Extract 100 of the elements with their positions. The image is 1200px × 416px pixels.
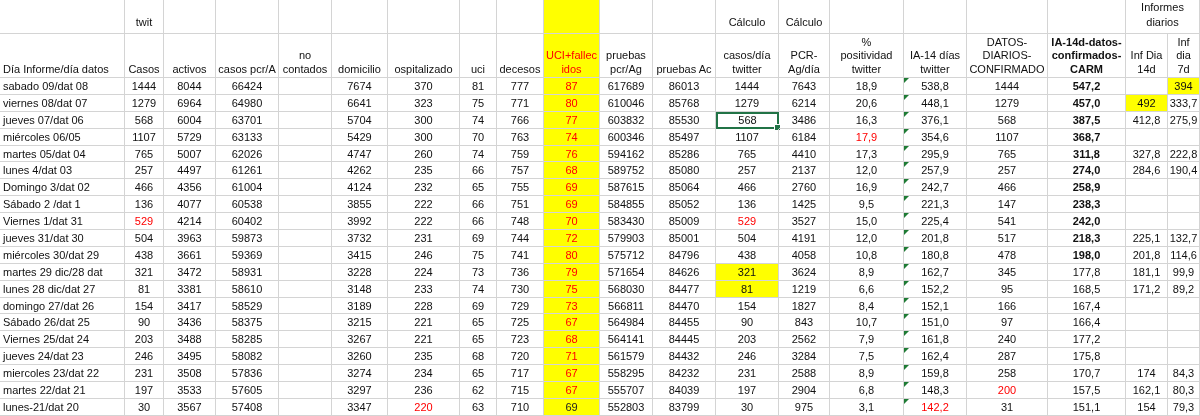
table-cell: 190,4 xyxy=(1168,162,1200,180)
table-cell: 246 xyxy=(388,246,460,264)
table-cell: 85064 xyxy=(653,179,716,197)
corner-triangle-icon xyxy=(904,246,909,252)
table-cell: 284,6 xyxy=(1126,162,1168,180)
table-cell: 85001 xyxy=(653,230,716,247)
table-cell: 2562 xyxy=(779,331,830,349)
table-cell: 159,8 xyxy=(904,365,967,383)
table-cell: 162,7 xyxy=(904,263,967,281)
table-cell: 568030 xyxy=(600,280,653,298)
table-cell: 3189 xyxy=(332,297,388,315)
empty-cell xyxy=(279,297,332,315)
table-cell: 235 xyxy=(388,348,460,366)
table-cell: 258,9 xyxy=(1048,179,1126,197)
table-cell: 85080 xyxy=(653,162,716,180)
table-cell: sabado 09/dat 08 xyxy=(0,78,125,95)
empty-cell xyxy=(279,263,332,281)
table-cell: 68 xyxy=(544,162,600,180)
column-header: IA-14 días twitter xyxy=(909,49,961,76)
table-cell: lunes-21/dat 20 xyxy=(0,398,125,416)
corner-triangle-icon xyxy=(904,145,909,151)
empty-cell xyxy=(1126,213,1168,230)
table-cell: 20,6 xyxy=(830,94,904,112)
table-cell: 295,9 xyxy=(904,145,967,163)
table-cell: 3527 xyxy=(779,213,830,230)
table-cell: domingo 27/dat 26 xyxy=(0,297,125,315)
table-cell: 246 xyxy=(716,348,779,366)
table-cell[interactable]: 568 xyxy=(716,111,779,129)
table-cell: 4058 xyxy=(779,246,830,264)
table-cell: 136 xyxy=(125,196,164,214)
table-cell: 90 xyxy=(125,314,164,332)
table-cell: 99,9 xyxy=(1168,263,1200,281)
column-header: Inf Dia 14d xyxy=(1130,49,1163,76)
table-cell: 1279 xyxy=(125,94,164,112)
table-cell: 1279 xyxy=(967,94,1048,112)
table-cell: 466 xyxy=(125,179,164,197)
table-cell: 3347 xyxy=(332,398,388,416)
table-cell: 157,5 xyxy=(1048,382,1126,399)
empty-cell xyxy=(279,196,332,214)
table-cell: 85530 xyxy=(653,111,716,129)
empty-cell xyxy=(279,246,332,264)
empty-cell xyxy=(279,111,332,129)
table-cell: 87 xyxy=(544,78,600,95)
table-cell: 529 xyxy=(716,213,779,230)
table-cell: 62 xyxy=(460,382,497,399)
table-cell: 3,1 xyxy=(830,398,904,416)
empty-cell xyxy=(279,94,332,112)
table-cell: 72 xyxy=(544,230,600,247)
table-cell: 555707 xyxy=(600,382,653,399)
table-cell: 2904 xyxy=(779,382,830,399)
table-cell: 1444 xyxy=(125,78,164,95)
table-cell: 333,7 xyxy=(1168,94,1200,112)
table-cell: 168,5 xyxy=(1048,280,1126,298)
table-cell: 2760 xyxy=(779,179,830,197)
table-cell: 4747 xyxy=(332,145,388,163)
table-cell: 201,8 xyxy=(1126,246,1168,264)
table-cell: 10,7 xyxy=(830,314,904,332)
empty-cell xyxy=(1126,179,1168,197)
table-cell: 275,9 xyxy=(1168,111,1200,129)
table-cell: 843 xyxy=(779,314,830,332)
table-cell: 394 xyxy=(1168,78,1200,95)
table-cell: 258 xyxy=(967,365,1048,383)
table-cell: jueves 24/dat 23 xyxy=(0,348,125,366)
table-cell: 69 xyxy=(460,297,497,315)
table-cell: 225,4 xyxy=(904,213,967,230)
table-cell: 6,6 xyxy=(830,280,904,298)
empty-cell xyxy=(279,331,332,349)
table-cell: 154 xyxy=(716,297,779,315)
table-cell: 31 xyxy=(967,398,1048,416)
table-cell: 84432 xyxy=(653,348,716,366)
table-cell: 6214 xyxy=(779,94,830,112)
table-cell: 60538 xyxy=(216,196,279,214)
table-cell: 975 xyxy=(779,398,830,416)
table-cell: 3567 xyxy=(164,398,216,416)
table-cell: 68 xyxy=(544,331,600,349)
table-cell: 3215 xyxy=(332,314,388,332)
table-cell: 69 xyxy=(544,196,600,214)
table-cell: 171,2 xyxy=(1126,280,1168,298)
table-cell: 222 xyxy=(388,196,460,214)
column-group-header: Cálculo xyxy=(716,0,779,33)
table-cell: 564141 xyxy=(600,331,653,349)
table-cell: 152,1 xyxy=(904,297,967,315)
table-cell: 547,2 xyxy=(1048,78,1126,95)
corner-triangle-icon xyxy=(904,314,909,320)
column-header: Inf dia 7d xyxy=(1176,35,1191,76)
empty-cell xyxy=(1168,213,1200,230)
table-cell: 8,9 xyxy=(830,263,904,281)
table-cell: 610046 xyxy=(600,94,653,112)
table-cell: 231 xyxy=(125,365,164,383)
table-cell: 564984 xyxy=(600,314,653,332)
table-cell: 151,0 xyxy=(904,314,967,332)
corner-triangle-icon xyxy=(904,297,909,303)
corner-triangle-icon xyxy=(904,196,909,202)
table-cell: 228 xyxy=(388,297,460,315)
fill-handle-icon[interactable] xyxy=(774,123,781,131)
table-cell: 3417 xyxy=(164,297,216,315)
table-cell: 90 xyxy=(716,314,779,332)
table-cell: 235 xyxy=(388,162,460,180)
table-cell: 504 xyxy=(716,230,779,247)
corner-triangle-icon xyxy=(904,111,909,117)
